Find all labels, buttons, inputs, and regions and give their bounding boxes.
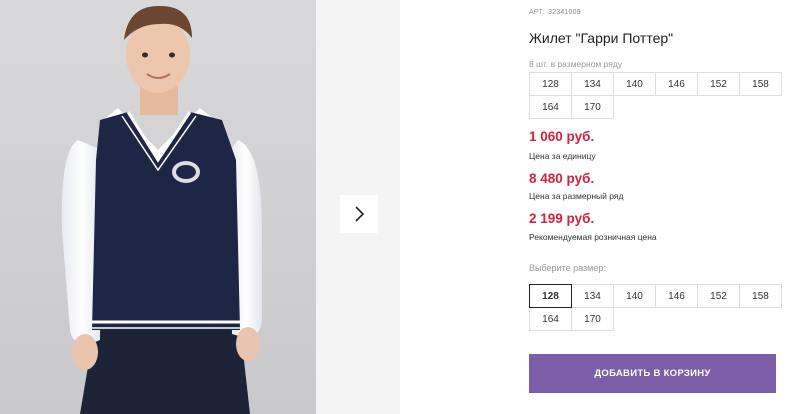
- product-sku: АРТ: 32341009: [529, 9, 581, 16]
- pack-size: 134: [571, 72, 614, 96]
- pack-size: 164: [529, 95, 572, 119]
- pack-size: 140: [613, 72, 656, 96]
- size-option[interactable]: 140: [613, 284, 656, 308]
- size-option[interactable]: 146: [655, 284, 698, 308]
- product-title: Жилет "Гарри Поттер": [529, 30, 674, 46]
- pack-size: 128: [529, 72, 572, 96]
- chevron-right-icon: [355, 206, 365, 222]
- retail-price-label: Рекомендуемая розничная цена: [529, 232, 657, 242]
- size-option-selected[interactable]: 128: [529, 284, 572, 308]
- retail-price: 2 199 руб.: [529, 211, 595, 226]
- size-option[interactable]: 134: [571, 284, 614, 308]
- unit-price: 1 060 руб.: [529, 129, 595, 144]
- pack-price: 8 480 руб.: [529, 171, 595, 186]
- pack-note: 8 шт. в размерном ряду: [529, 59, 623, 69]
- size-select-label: Выберите размер:: [529, 263, 606, 273]
- add-to-cart-button[interactable]: ДОБАВИТЬ В КОРЗИНУ: [529, 354, 776, 393]
- size-option[interactable]: 158: [739, 284, 782, 308]
- pack-size: 158: [739, 72, 782, 96]
- pack-sizes-grid: 128 134 140 146 152 158 164 170: [529, 72, 782, 119]
- pack-size: 152: [697, 72, 740, 96]
- sku-label: АРТ:: [529, 9, 546, 16]
- pack-size: 146: [655, 72, 698, 96]
- unit-price-label: Цена за единицу: [529, 151, 596, 161]
- product-gallery: [0, 0, 400, 414]
- next-image-button[interactable]: [340, 195, 378, 233]
- sku-value: 32341009: [548, 9, 581, 16]
- product-photo: [0, 0, 316, 414]
- size-option[interactable]: 170: [571, 307, 614, 331]
- pack-price-label: Цена за размерный ряд: [529, 191, 624, 201]
- size-option[interactable]: 152: [697, 284, 740, 308]
- pack-size: 170: [571, 95, 614, 119]
- size-selector: 128 134 140 146 152 158 164 170: [529, 284, 782, 331]
- size-option[interactable]: 164: [529, 307, 572, 331]
